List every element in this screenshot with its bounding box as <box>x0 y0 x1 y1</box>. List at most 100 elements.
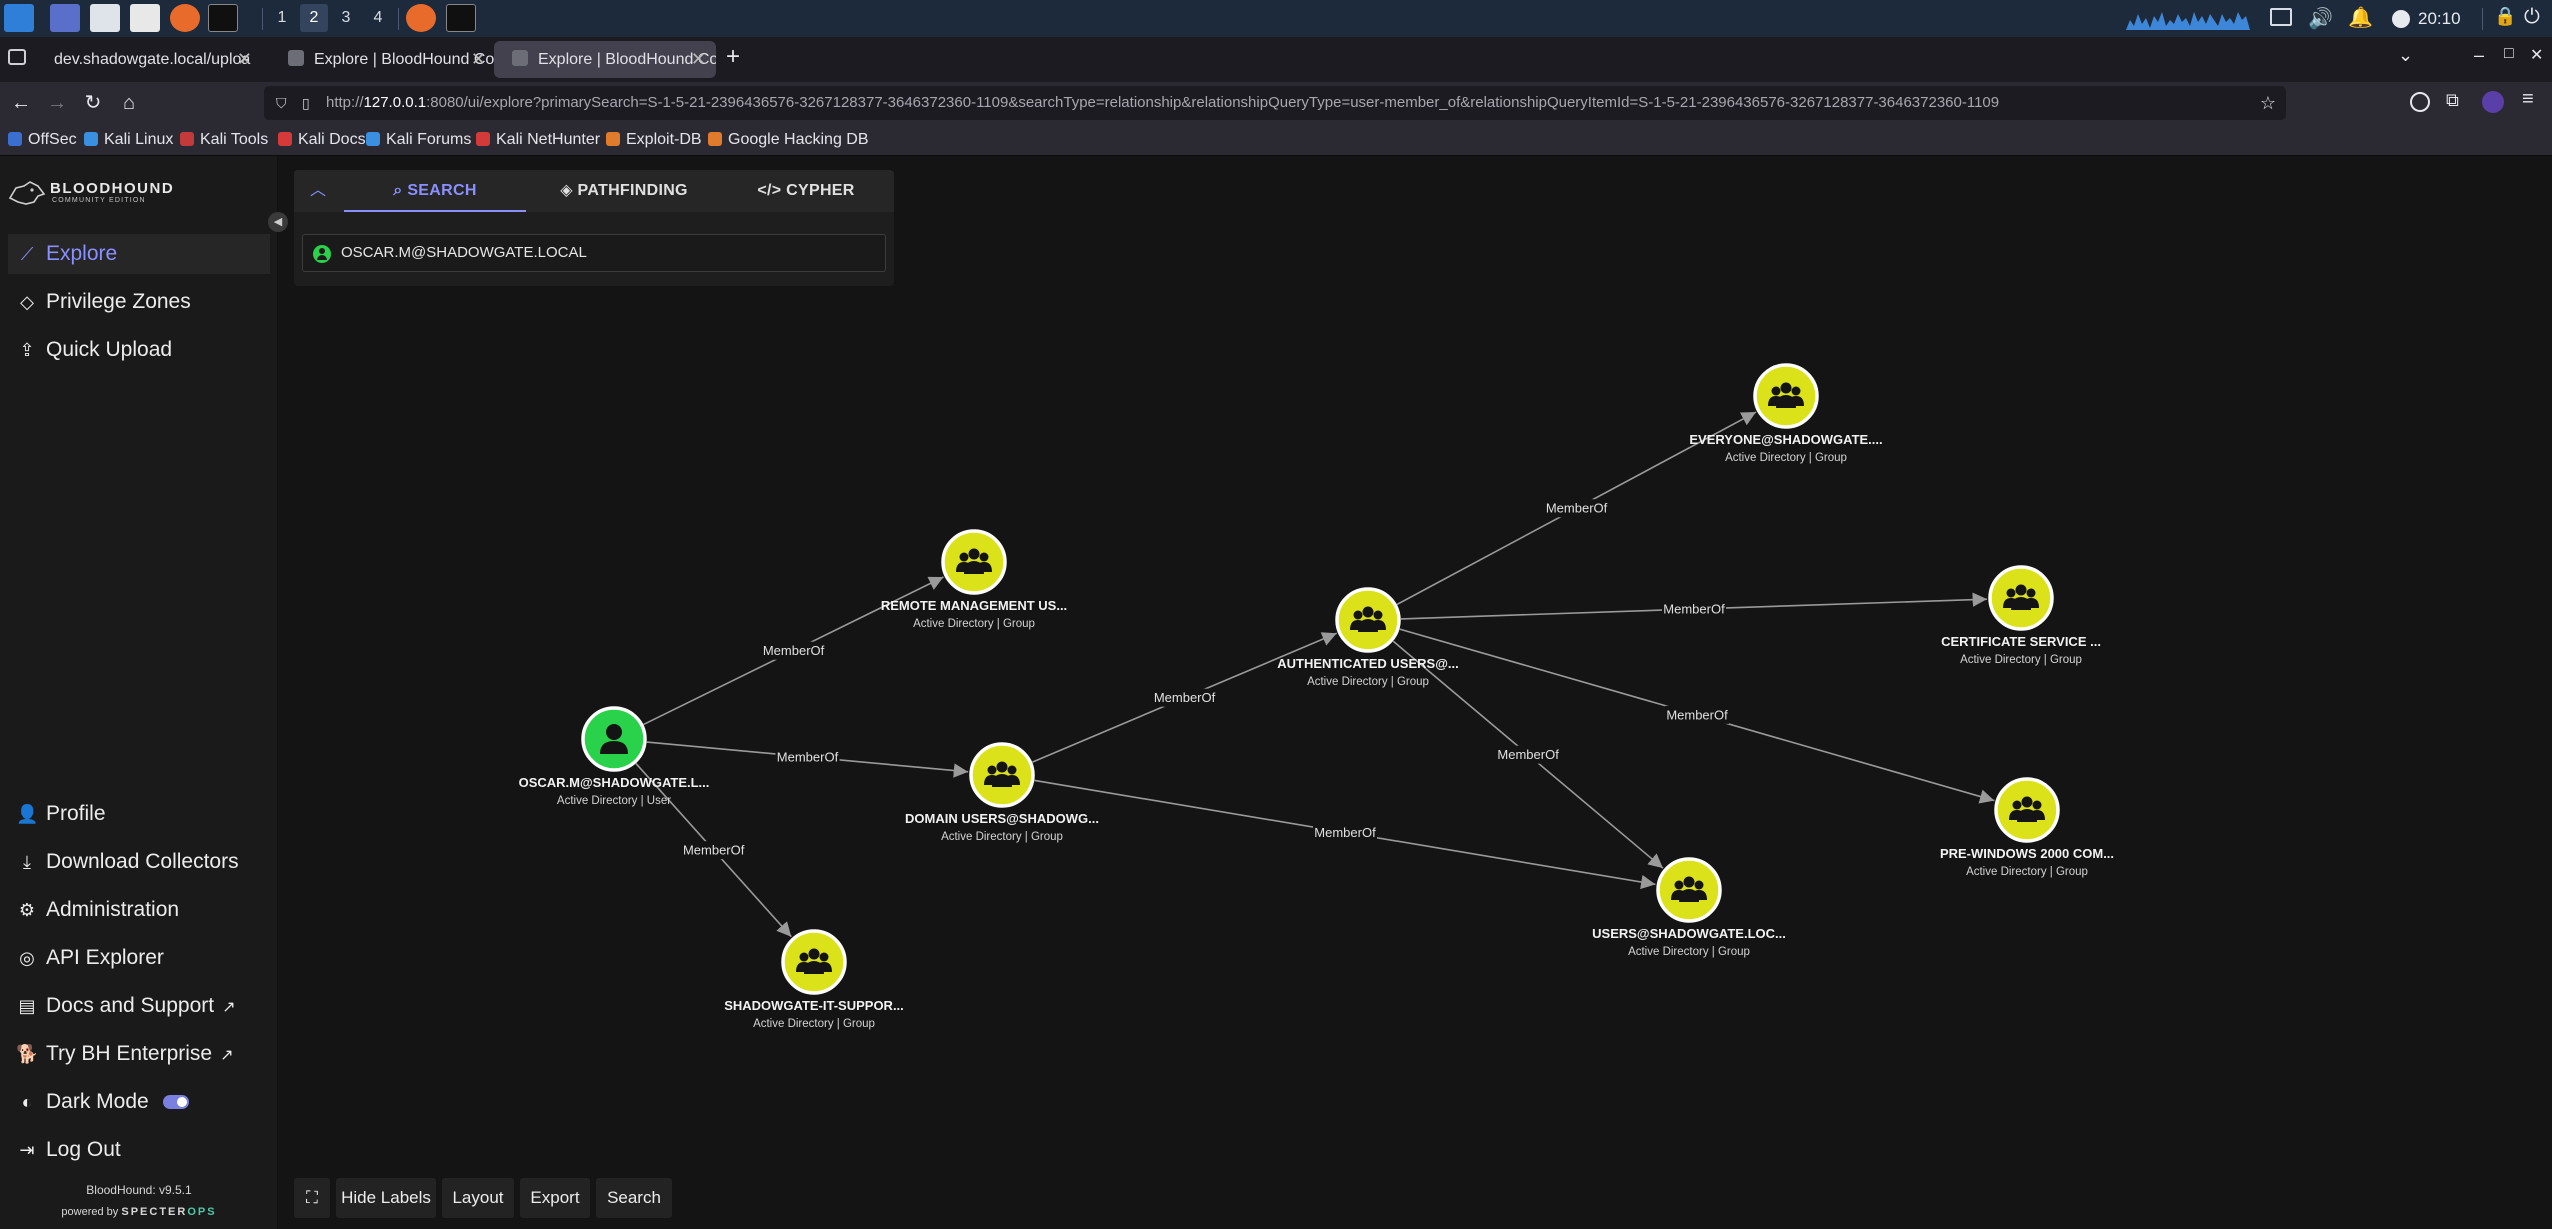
exploit-db-icon <box>606 132 620 146</box>
account-icon[interactable] <box>2410 92 2430 112</box>
firefox-icon[interactable] <box>170 4 200 32</box>
minimize-window-icon[interactable]: – <box>2474 45 2484 66</box>
kali-menu-icon[interactable] <box>4 4 34 32</box>
workspace-1[interactable]: 1 <box>268 4 296 32</box>
hide-labels-button[interactable]: Hide Labels <box>336 1178 436 1218</box>
bookmark-kali-nethunter[interactable]: Kali NetHunter <box>476 124 600 155</box>
tab-overflow-chevron-icon[interactable]: ⌄ <box>2398 45 2413 66</box>
close-tab-icon[interactable]: ✕ <box>237 41 252 78</box>
sidebar-item-profile[interactable]: 👤 Profile <box>8 794 270 834</box>
edge-label[interactable]: MemberOf <box>1154 690 1216 705</box>
extensions-icon[interactable]: ⧉ <box>2446 90 2459 111</box>
graph-canvas[interactable]: MemberOf MemberOf MemberOf MemberOf MemberOf… <box>0 156 2552 1229</box>
bookmark-star-icon[interactable]: ☆ <box>2253 86 2276 120</box>
edge-label[interactable]: MemberOf <box>1546 501 1608 516</box>
workspace-2[interactable]: 2 <box>300 4 328 32</box>
sidebar-item-administration[interactable]: ⚙ Administration <box>8 890 270 930</box>
graph-node-everyone[interactable]: EVERYONE@SHADOWGATE.... Active Directory … <box>1689 363 1883 464</box>
bookmark-kali-forums[interactable]: Kali Forums <box>366 124 471 155</box>
firefox-window-icon[interactable] <box>406 4 436 32</box>
sidebar-item-privilege-zones[interactable]: ◇ Privilege Zones <box>8 282 270 322</box>
search-input[interactable]: OSCAR.M@SHADOWGATE.LOCAL <box>302 234 886 272</box>
export-button[interactable]: Export <box>520 1178 590 1218</box>
shield-icon[interactable]: ⛉ <box>276 86 287 120</box>
close-tab-icon[interactable]: ✕ <box>691 41 706 78</box>
collapse-sidebar-button[interactable]: ◀ <box>268 212 288 232</box>
power-manager-icon[interactable] <box>2392 10 2410 28</box>
text-editor-icon[interactable] <box>130 4 160 32</box>
sidebar-item-docs-and-support[interactable]: ▤ Docs and Support ↗ <box>8 986 270 1026</box>
sidebar-item-explore[interactable]: ⟋ Explore <box>8 234 270 274</box>
graph-node-oscar[interactable]: OSCAR.M@SHADOWGATE.L... Active Directory … <box>519 706 710 807</box>
edge-label[interactable]: MemberOf <box>777 749 839 764</box>
file-manager-icon[interactable] <box>90 4 120 32</box>
collapse-search-chevron-icon[interactable]: ︿ <box>294 170 342 212</box>
browser-tab-explore-active[interactable]: Explore | BloodHound Co ✕ <box>494 41 716 78</box>
hamburger-menu-icon[interactable]: ≡ <box>2522 88 2534 111</box>
back-arrow-icon[interactable]: ← <box>8 90 34 116</box>
notification-bell-icon[interactable]: 🔔 <box>2348 5 2373 30</box>
close-window-icon[interactable]: ✕ <box>2530 45 2543 65</box>
graph-node-certsvc[interactable]: CERTIFICATE SERVICE ... Active Directory … <box>1941 565 2101 666</box>
new-tab-icon[interactable]: + <box>726 43 740 71</box>
edge-memberof[interactable]: MemberOf <box>1032 632 1338 763</box>
edge-label[interactable]: MemberOf <box>763 643 825 658</box>
graph-node-domainusers[interactable]: DOMAIN USERS@SHADOWG... Active Directory … <box>905 742 1099 843</box>
close-tab-icon[interactable]: ✕ <box>471 41 486 78</box>
lock-screen-icon[interactable]: 🔒 <box>2494 6 2516 27</box>
terminal-icon[interactable] <box>208 4 238 32</box>
node-type-label: Active Directory | Group <box>1966 866 2088 878</box>
display-icon[interactable] <box>2270 8 2292 26</box>
graph-node-remote[interactable]: REMOTE MANAGEMENT US... Active Directory … <box>881 529 1067 630</box>
dark-mode-toggle[interactable] <box>162 1095 189 1109</box>
show-desktop-icon[interactable] <box>50 4 80 32</box>
bookmark-google-hacking-db[interactable]: Google Hacking DB <box>708 124 869 155</box>
tab-cypher[interactable]: </> CYPHER <box>718 170 894 212</box>
clock[interactable]: 20:10 <box>2418 0 2461 37</box>
url-bar[interactable]: ⛉ ▯ http://127.0.0.1:8080/ui/explore?pri… <box>264 86 2286 120</box>
sidebar-item-try-bh-enterprise[interactable]: 🐕 Try BH Enterprise ↗ <box>8 1034 270 1074</box>
terminal-window-icon[interactable] <box>446 4 476 32</box>
edge-label[interactable]: MemberOf <box>1497 747 1559 762</box>
layout-button[interactable]: Layout <box>442 1178 514 1218</box>
sidebar-item-dark-mode[interactable]: ◐ Dark Mode <box>8 1082 270 1122</box>
home-icon[interactable]: ⌂ <box>116 90 142 116</box>
edge-memberof[interactable]: MemberOf <box>1399 628 1995 804</box>
bookmark-kali-linux[interactable]: Kali Linux <box>84 124 173 155</box>
graph-node-prewin[interactable]: PRE-WINDOWS 2000 COM... Active Directory … <box>1940 777 2114 878</box>
power-icon[interactable]: ⏻ <box>2524 6 2540 29</box>
crop-icon[interactable]: ⛶ <box>294 1178 330 1218</box>
sidebar-item-download-collectors[interactable]: ⤓ Download Collectors <box>8 842 270 882</box>
bookmark-exploit-db[interactable]: Exploit-DB <box>606 124 702 155</box>
graph-node-users[interactable]: USERS@SHADOWGATE.LOC... Active Directory … <box>1592 857 1786 958</box>
edge-memberof[interactable]: MemberOf <box>646 741 969 778</box>
page-info-icon[interactable]: ▯ <box>302 86 310 120</box>
forward-arrow-icon[interactable]: → <box>44 90 70 116</box>
edge-label[interactable]: MemberOf <box>1666 707 1728 722</box>
edge-memberof[interactable]: MemberOf <box>1392 640 1664 869</box>
sidebar-item-quick-upload[interactable]: ⇪ Quick Upload <box>8 330 270 370</box>
workspace-3[interactable]: 3 <box>332 4 360 32</box>
extension-avatar-icon[interactable] <box>2482 91 2504 113</box>
search-button[interactable]: Search <box>596 1178 672 1218</box>
bookmark-kali-docs[interactable]: Kali Docs <box>278 124 366 155</box>
tab-list-icon[interactable] <box>8 49 26 65</box>
edge-label[interactable]: MemberOf <box>683 843 745 858</box>
bookmark-kali-tools[interactable]: Kali Tools <box>180 124 268 155</box>
tab-pathfinding[interactable]: ◈ PATHFINDING <box>534 170 714 212</box>
edge-memberof[interactable]: MemberOf <box>1034 779 1656 890</box>
sidebar-item-log-out[interactable]: ⇥ Log Out <box>8 1130 270 1170</box>
volume-icon[interactable]: 🔊 <box>2308 6 2333 31</box>
workspace-4[interactable]: 4 <box>364 4 392 32</box>
bookmark-offsec[interactable]: OffSec <box>8 124 77 155</box>
graph-node-itsupport[interactable]: SHADOWGATE-IT-SUPPOR... Active Directory … <box>724 929 904 1030</box>
maximize-window-icon[interactable]: □ <box>2504 45 2514 63</box>
browser-tab-upload[interactable]: dev.shadowgate.local/uploa ✕ <box>36 41 262 78</box>
edge-label[interactable]: MemberOf <box>1663 602 1725 617</box>
edge-memberof[interactable]: MemberOf <box>1400 592 1988 620</box>
reload-icon[interactable]: ↻ <box>80 90 106 116</box>
tab-search[interactable]: ⌕ SEARCH <box>344 170 526 212</box>
sidebar-item-api-explorer[interactable]: ◎ API Explorer <box>8 938 270 978</box>
browser-tab-explore-1[interactable]: Explore | BloodHound Co ✕ <box>270 41 496 78</box>
edge-label[interactable]: MemberOf <box>1314 825 1376 840</box>
